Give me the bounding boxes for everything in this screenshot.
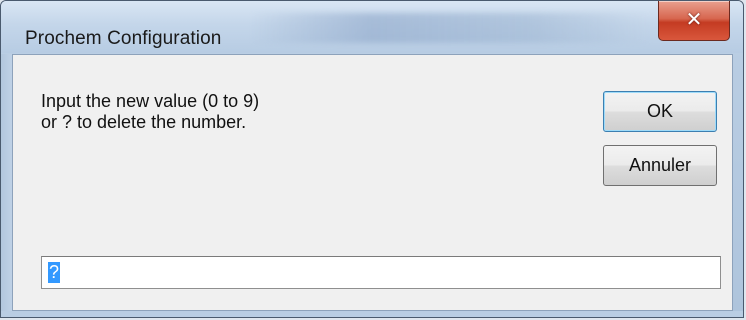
- cancel-button[interactable]: Annuler: [603, 145, 717, 186]
- dialog-body: Input the new value (0 to 9) or ? to del…: [12, 54, 733, 311]
- prompt-line-1: Input the new value (0 to 9): [41, 91, 260, 111]
- close-button[interactable]: ✕: [658, 1, 730, 41]
- window-frame-left: [1, 54, 12, 317]
- close-icon: ✕: [685, 7, 703, 31]
- prompt-line-2: or ? to delete the number.: [41, 112, 247, 132]
- input-selected-text: ?: [48, 262, 61, 283]
- title-bar-glass: [251, 13, 651, 43]
- ok-button[interactable]: OK: [603, 91, 717, 132]
- value-input[interactable]: ?: [41, 256, 721, 289]
- prompt-text: Input the new value (0 to 9) or ? to del…: [41, 91, 259, 133]
- dialog-window: Prochem Configuration ✕ Input the new va…: [0, 0, 744, 318]
- title-bar[interactable]: Prochem Configuration ✕: [1, 1, 743, 53]
- window-title: Prochem Configuration: [25, 28, 222, 49]
- window-frame-bottom: [1, 311, 743, 317]
